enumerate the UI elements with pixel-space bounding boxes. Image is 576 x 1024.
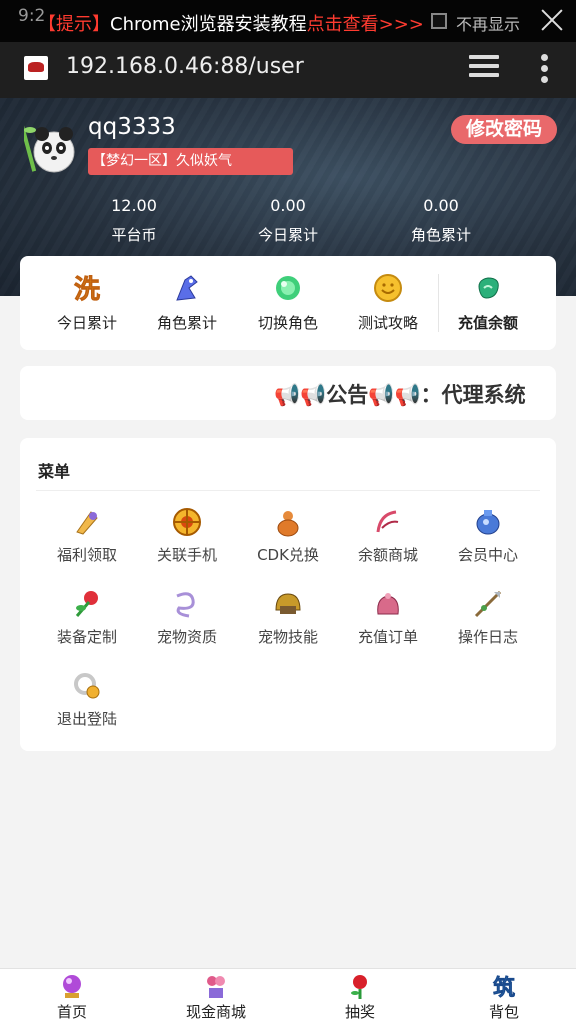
menu-item-operation-log[interactable]: 操作日志 [438,588,538,647]
crystal-ball-icon [58,973,86,999]
stat-label: 今日累计 [257,226,318,244]
backpack-icon: 筑 [490,973,518,1002]
jade-icon [472,272,504,304]
quick-label: 今日累计 [56,314,117,332]
divider [36,490,540,491]
stat-value: 0.00 [270,196,306,215]
menu-item-logout[interactable]: 退出登陆 [37,670,137,729]
nav-label: 背包 [488,1003,519,1021]
menu-label: 装备定制 [56,628,117,646]
wheel-icon [171,506,203,538]
menu-item-cdk[interactable]: CDK兑换 [238,506,338,565]
browser-url-bar: 192.168.0.46:88/user [0,42,576,98]
announcement-card: 📢📢公告📢📢：代理系统 [20,366,556,420]
stat-role-total: 0.00 角色累计 [371,196,511,245]
notice-prefix: 【提示】 [38,14,110,35]
ring-icon [71,670,103,702]
nav-label: 现金商城 [185,1003,246,1021]
dont-show-label: 不再显示 [456,15,521,34]
menu-item-equip-custom[interactable]: 装备定制 [37,588,137,647]
quick-test-guide[interactable]: 测试攻略 [338,272,438,333]
vase-icon [472,506,504,538]
menu-item-link-phone[interactable]: 关联手机 [137,506,237,565]
helmet-icon [272,588,304,620]
gift-icon [71,506,103,538]
menu-label: CDK兑换 [257,546,319,564]
menu-label: 宠物资质 [156,628,217,646]
stat-value: 12.00 [111,196,157,215]
menu-item-recharge-orders[interactable]: 充值订单 [338,588,438,647]
menu-label: 关联手机 [156,546,217,564]
bag-icon [372,588,404,620]
server-badge: 【梦幻一区】久似妖气 [88,148,293,175]
blue-dragon-icon [171,272,203,304]
menu-item-pet-skill[interactable]: 宠物技能 [238,588,338,647]
notice-text[interactable]: 【提示】Chrome浏览器安装教程点击查看>>> [38,10,424,36]
svg-text:筑: 筑 [493,975,515,999]
stat-platform-coin: 12.00 平台币 [64,196,204,245]
menu-title: 菜单 [38,462,71,481]
nav-label: 抽奖 [344,1003,375,1021]
nav-cash-shop[interactable]: 现金商城 [166,973,266,1022]
menu-label: 余额商城 [357,546,418,564]
quick-actions-card: 洗 今日累计 角色累计 切换角色 测试攻略 充值余额 [20,256,556,350]
wash-character-icon: 洗 [71,272,103,306]
flower-icon [71,588,103,620]
green-orb-icon [272,272,304,304]
menu-item-balance-shop[interactable]: 余额商城 [338,506,438,565]
quick-recharge-balance[interactable]: 充值余额 [438,272,538,333]
notice-main: Chrome浏览器安装教程 [110,14,307,35]
site-favicon-icon [24,56,48,80]
announcement-text: 📢📢公告📢📢：代理系统 [274,383,526,407]
tabs-icon[interactable] [469,55,499,79]
menu-label: 福利领取 [56,546,117,564]
spear-icon [472,588,504,620]
quick-label: 角色累计 [156,314,217,332]
notice-bar: 9:2 【提示】Chrome浏览器安装教程点击查看>>> 不再显示 [0,0,576,42]
menu-card: 菜单 福利领取 关联手机 CDK兑换 余额商城 会员中心 装备定制 宠物资质 宠… [20,438,556,751]
menu-label: 退出登陆 [56,710,117,728]
gold-coin-icon [372,272,404,304]
menu-item-pet-aptitude[interactable]: 宠物资质 [137,588,237,647]
more-menu-icon[interactable] [541,54,549,84]
quick-label: 充值余额 [457,314,518,332]
quick-today-total[interactable]: 洗 今日累计 [37,272,137,333]
gourd-icon [272,506,304,538]
bottom-nav: 首页 现金商城 抽奖 筑 背包 [0,968,576,1024]
nav-label: 首页 [56,1003,87,1021]
menu-label: 会员中心 [457,546,518,564]
fan-icon [372,506,404,538]
notice-link[interactable]: 点击查看>>> [307,14,424,35]
quick-switch-role[interactable]: 切换角色 [238,272,338,333]
stat-today-total: 0.00 今日累计 [218,196,358,245]
menu-item-welfare[interactable]: 福利领取 [37,506,137,565]
nav-home[interactable]: 首页 [22,973,122,1022]
nav-backpack[interactable]: 筑 背包 [454,973,554,1022]
menu-item-member-center[interactable]: 会员中心 [438,506,538,565]
quick-role-total[interactable]: 角色累计 [137,272,237,333]
ribbon-icon [171,588,203,620]
quick-label: 测试攻略 [357,314,418,332]
stat-label: 角色累计 [410,226,471,244]
svg-text:洗: 洗 [74,275,100,304]
menu-label: 宠物技能 [257,628,318,646]
flower-pot-icon [202,973,230,999]
quick-label: 切换角色 [257,314,318,332]
rose-icon [346,973,374,999]
stat-label: 平台币 [111,226,157,244]
change-password-button[interactable]: 修改密码 [451,115,557,144]
dont-show-checkbox[interactable] [431,13,447,29]
username: qq3333 [88,114,176,140]
menu-label: 操作日志 [457,628,518,646]
menu-label: 充值订单 [357,628,418,646]
nav-lottery[interactable]: 抽奖 [310,973,410,1022]
url-field[interactable]: 192.168.0.46:88/user [66,54,304,79]
close-icon[interactable] [538,6,566,34]
stat-value: 0.00 [423,196,459,215]
avatar[interactable] [19,118,78,176]
